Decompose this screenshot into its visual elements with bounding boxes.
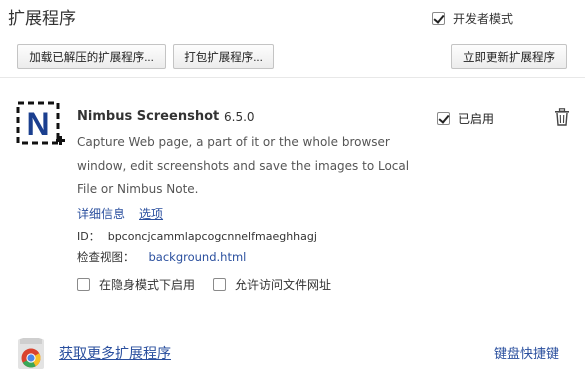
extension-id-row: ID： bpconcjcammlapcogcnnelfmaeghhagj bbox=[77, 228, 317, 244]
extension-id-label: ID： bbox=[77, 230, 100, 243]
pack-extension-button[interactable]: 打包扩展程序... bbox=[173, 44, 274, 69]
nimbus-logo-icon: N bbox=[16, 101, 65, 145]
extension-version: 6.5.0 bbox=[224, 110, 255, 124]
extension-options-row: 在隐身模式下启用 允许访问文件网址 bbox=[77, 276, 349, 293]
extension-description: Capture Web page, a part of it or the wh… bbox=[77, 135, 410, 196]
extension-name: Nimbus Screenshot bbox=[77, 109, 220, 124]
file-urls-label: 允许访问文件网址 bbox=[235, 278, 332, 292]
extension-id-value: bpconcjcammlapcogcnnelfmaeghhagj bbox=[107, 230, 317, 243]
inspect-views-row: 检查视图： background.html bbox=[77, 249, 246, 265]
get-more-extensions-link[interactable]: 获取更多扩展程序 bbox=[59, 343, 171, 363]
file-urls-checkbox[interactable] bbox=[213, 278, 227, 291]
developer-mode-toggle[interactable]: 开发者模式 bbox=[432, 10, 513, 27]
options-link[interactable]: 选项 bbox=[139, 205, 163, 222]
extension-links: 详细信息 选项 bbox=[77, 205, 163, 222]
background-page-link[interactable]: background.html bbox=[149, 250, 247, 264]
enabled-toggle[interactable]: 已启用 bbox=[437, 110, 494, 127]
load-unpacked-button[interactable]: 加载已解压的扩展程序... bbox=[17, 44, 166, 69]
enabled-label: 已启用 bbox=[458, 112, 495, 126]
incognito-label: 在隐身模式下启用 bbox=[99, 278, 196, 292]
incognito-option[interactable]: 在隐身模式下启用 bbox=[77, 276, 195, 293]
details-link[interactable]: 详细信息 bbox=[77, 205, 125, 222]
logo-letter: N bbox=[26, 106, 49, 142]
enabled-checkbox[interactable] bbox=[437, 112, 450, 125]
web-store-icon bbox=[18, 338, 44, 369]
header-divider bbox=[0, 77, 585, 78]
developer-mode-label: 开发者模式 bbox=[453, 12, 514, 26]
update-extensions-button[interactable]: 立即更新扩展程序 bbox=[451, 44, 567, 69]
developer-mode-checkbox[interactable] bbox=[432, 12, 445, 25]
file-urls-option[interactable]: 允许访问文件网址 bbox=[213, 276, 331, 293]
keyboard-shortcuts-link[interactable]: 键盘快捷键 bbox=[494, 343, 559, 362]
trash-icon[interactable] bbox=[554, 108, 570, 126]
incognito-checkbox[interactable] bbox=[77, 278, 90, 291]
page-title: 扩展程序 bbox=[8, 9, 76, 29]
inspect-views-label: 检查视图： bbox=[77, 250, 135, 264]
